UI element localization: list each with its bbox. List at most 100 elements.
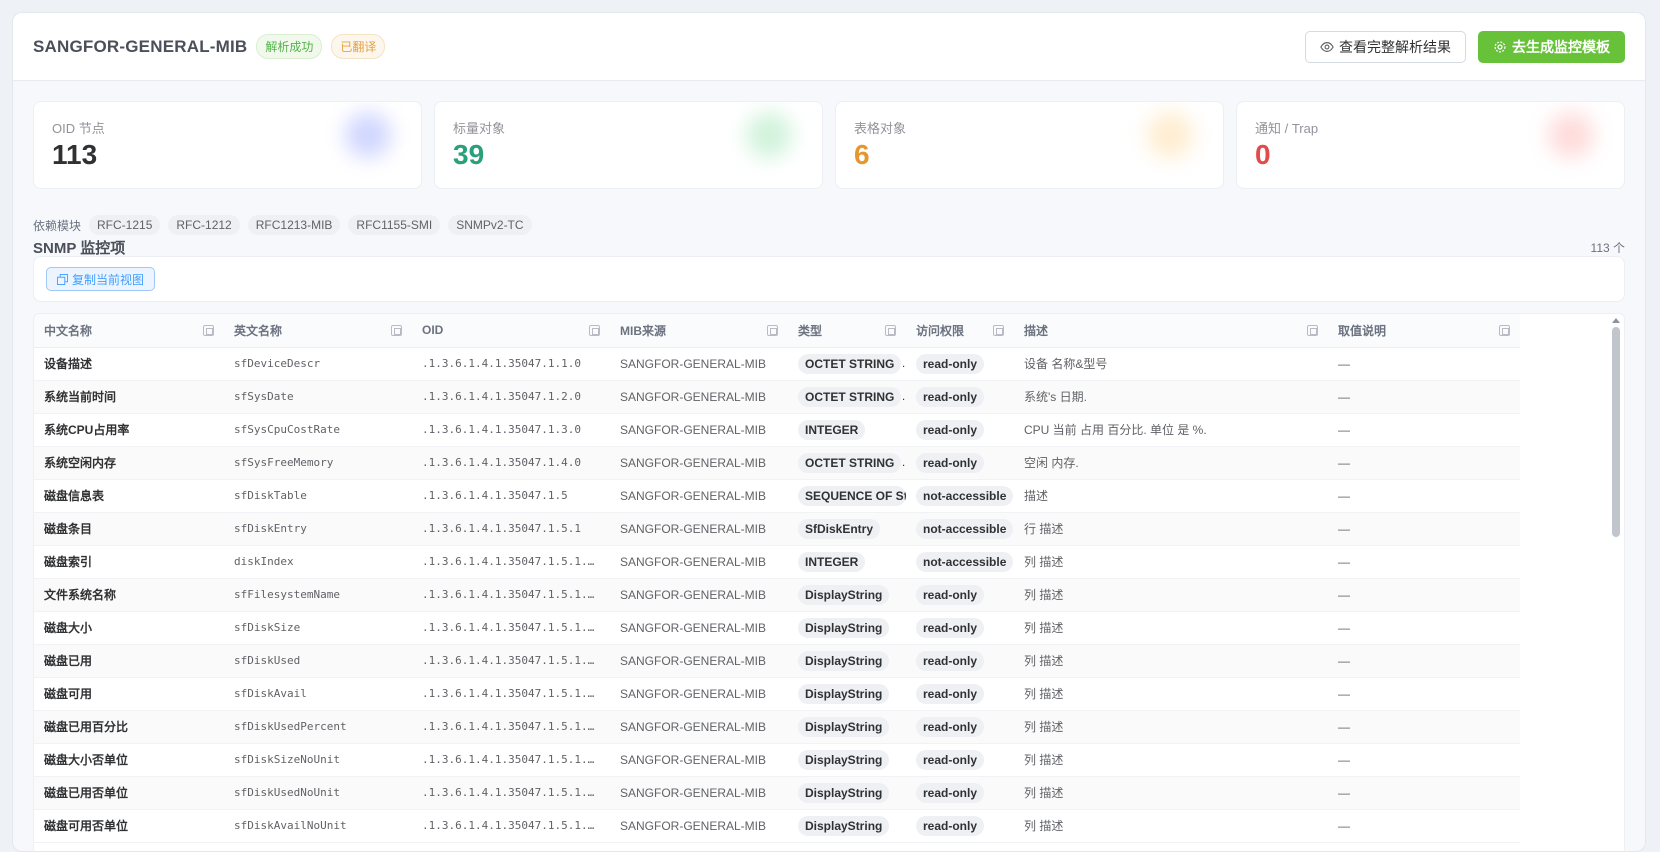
col-label: 类型 bbox=[798, 323, 823, 338]
col-header-cn-name[interactable]: 中文名称 bbox=[34, 314, 224, 348]
cell-description: 系统's 日期. bbox=[1014, 380, 1328, 414]
cell-cn-name: 磁盘已用百分比 bbox=[34, 710, 224, 744]
cell-mib-source: SANGFOR-GENERAL-MIB bbox=[610, 578, 788, 612]
scroll-up-arrow-icon[interactable] bbox=[1612, 318, 1620, 323]
col-header-description[interactable]: 描述 bbox=[1014, 314, 1328, 348]
cell-description: 列 描述 bbox=[1014, 743, 1328, 777]
cell-oid: .1.3.6.1.4.1.35047.1.5.1.5... bbox=[412, 677, 610, 711]
cell-oid: .1.3.6.1.4.1.35047.1.2.0 bbox=[412, 380, 610, 414]
table-row[interactable]: 磁盘信息表 sfDiskTable .1.3.6.1.4.1.35047.1.5 SA… bbox=[34, 479, 1520, 513]
cell-type: DisplayString bbox=[788, 644, 906, 678]
cell-description: 列 描述 bbox=[1014, 644, 1328, 678]
stat-card-traps: 通知 / Trap 0 bbox=[1236, 101, 1625, 189]
snmp-items-table: 中文名称 英文名称 OID MIB来源 类型 访问权限 描述 取值说明 设备描述… bbox=[34, 314, 1520, 843]
cell-cn-name: 系统空闲内存 bbox=[34, 446, 224, 480]
type-badge: DisplayString bbox=[798, 716, 890, 737]
copy-column-icon[interactable] bbox=[993, 325, 1004, 336]
table-row[interactable]: 系统空闲内存 sfSysFreeMemory .1.3.6.1.4.1.35047.… bbox=[34, 446, 1520, 480]
table-row[interactable]: 磁盘索引 diskIndex .1.3.6.1.4.1.35047.1.5.1.1.… bbox=[34, 545, 1520, 579]
access-badge: read-only bbox=[916, 650, 985, 671]
copy-icon bbox=[57, 273, 68, 285]
col-header-en-name[interactable]: 英文名称 bbox=[224, 314, 412, 348]
table-row[interactable]: 系统CPU占用率 sfSysCpuCostRate .1.3.6.1.4.1.350… bbox=[34, 413, 1520, 447]
type-badge: DisplayString bbox=[798, 782, 890, 803]
cell-oid: .1.3.6.1.4.1.35047.1.5.1.2... bbox=[412, 578, 610, 612]
col-header-oid[interactable]: OID bbox=[412, 314, 610, 348]
cell-access: not-accessible bbox=[906, 512, 1014, 546]
cell-access: read-only bbox=[906, 578, 1014, 612]
table-row[interactable]: 文件系统名称 sfFilesystemName .1.3.6.1.4.1.35047… bbox=[34, 578, 1520, 612]
col-header-value-notes[interactable]: 取值说明 bbox=[1328, 314, 1520, 348]
mib-detail-panel: SANGFOR-GENERAL-MIB 解析成功 已翻译 查看完整解析结果 去生… bbox=[12, 12, 1646, 852]
cell-value-notes: — bbox=[1328, 611, 1520, 645]
cell-oid: .1.3.6.1.4.1.35047.1.5 bbox=[412, 479, 610, 513]
cell-en-name: sfSysCpuCostRate bbox=[224, 413, 412, 447]
copy-view-button[interactable]: 复制当前视图 bbox=[46, 267, 156, 291]
table-row[interactable]: 磁盘可用 sfDiskAvail .1.3.6.1.4.1.35047.1.5.1.… bbox=[34, 677, 1520, 711]
col-header-type[interactable]: 类型 bbox=[788, 314, 906, 348]
access-badge: read-only bbox=[916, 353, 985, 374]
copy-column-icon[interactable] bbox=[391, 325, 402, 336]
access-badge: read-only bbox=[916, 749, 985, 770]
cell-access: read-only bbox=[906, 413, 1014, 447]
copy-column-icon[interactable] bbox=[589, 325, 600, 336]
dependency-chip: RFC1155-SMI bbox=[348, 215, 441, 235]
copy-column-icon[interactable] bbox=[1307, 325, 1318, 336]
copy-column-icon[interactable] bbox=[1499, 325, 1510, 336]
cell-mib-source: SANGFOR-GENERAL-MIB bbox=[610, 347, 788, 381]
col-header-access[interactable]: 访问权限 bbox=[906, 314, 1014, 348]
generate-template-label: 去生成监控模板 bbox=[1512, 38, 1610, 55]
cell-value-notes: — bbox=[1328, 512, 1520, 546]
copy-column-icon[interactable] bbox=[885, 325, 896, 336]
cell-en-name: sfDiskUsedPercent bbox=[224, 710, 412, 744]
cell-mib-source: SANGFOR-GENERAL-MIB bbox=[610, 413, 788, 447]
cell-value-notes: — bbox=[1328, 809, 1520, 843]
item-count: 113 个 bbox=[1590, 241, 1625, 255]
cell-value-notes: — bbox=[1328, 446, 1520, 480]
cell-en-name: diskIndex bbox=[224, 545, 412, 579]
table-header-row: 中文名称 英文名称 OID MIB来源 类型 访问权限 描述 取值说明 bbox=[34, 314, 1520, 348]
cell-type: DisplayString bbox=[788, 809, 906, 843]
cell-en-name: sfDiskTable bbox=[224, 479, 412, 513]
dependency-list: 依赖模块 RFC-1215 RFC-1212 RFC1213-MIB RFC11… bbox=[33, 215, 532, 235]
cell-cn-name: 设备描述 bbox=[34, 347, 224, 381]
cell-value-notes: — bbox=[1328, 644, 1520, 678]
cell-value-notes: — bbox=[1328, 677, 1520, 711]
access-badge: read-only bbox=[916, 815, 985, 836]
vertical-scrollbar[interactable] bbox=[1612, 318, 1620, 851]
table-row[interactable]: 设备描述 sfDeviceDescr .1.3.6.1.4.1.35047.1.1.… bbox=[34, 347, 1520, 381]
cell-value-notes: — bbox=[1328, 413, 1520, 447]
stat-card-oid-nodes: OID 节点 113 bbox=[33, 101, 422, 189]
scrollbar-thumb[interactable] bbox=[1612, 327, 1620, 537]
type-badge: DisplayString bbox=[798, 650, 890, 671]
copy-column-icon[interactable] bbox=[203, 325, 214, 336]
generate-template-button[interactable]: 去生成监控模板 bbox=[1478, 30, 1625, 63]
copy-column-icon[interactable] bbox=[767, 325, 778, 336]
table-row[interactable]: 磁盘大小否单位 sfDiskSizeNoUnit .1.3.6.1.4.1.3504… bbox=[34, 743, 1520, 777]
mib-title: SANGFOR-GENERAL-MIB bbox=[33, 36, 248, 56]
type-badge: INTEGER bbox=[798, 551, 866, 572]
decor-blob bbox=[746, 112, 792, 158]
view-full-result-button[interactable]: 查看完整解析结果 bbox=[1305, 30, 1466, 63]
table-row[interactable]: 磁盘大小 sfDiskSize .1.3.6.1.4.1.35047.1.5.1.3… bbox=[34, 611, 1520, 645]
cell-value-notes: — bbox=[1328, 479, 1520, 513]
table-row[interactable]: 磁盘已用 sfDiskUsed .1.3.6.1.4.1.35047.1.5.1.4… bbox=[34, 644, 1520, 678]
table-row[interactable]: 系统当前时间 sfSysDate .1.3.6.1.4.1.35047.1.2.0 S… bbox=[34, 380, 1520, 414]
type-badge: DisplayString bbox=[798, 584, 890, 605]
table-row[interactable]: 磁盘已用否单位 sfDiskUsedNoUnit .1.3.6.1.4.1.3504… bbox=[34, 776, 1520, 810]
cell-mib-source: SANGFOR-GENERAL-MIB bbox=[610, 677, 788, 711]
cell-mib-source: SANGFOR-GENERAL-MIB bbox=[610, 545, 788, 579]
col-header-mib-source[interactable]: MIB来源 bbox=[610, 314, 788, 348]
cell-description: 设备 名称&型号 bbox=[1014, 347, 1328, 381]
decor-blob bbox=[1548, 112, 1594, 158]
cell-en-name: sfDiskEntry bbox=[224, 512, 412, 546]
cell-cn-name: 磁盘已用否单位 bbox=[34, 776, 224, 810]
decor-blob bbox=[345, 112, 391, 158]
access-badge: read-only bbox=[916, 584, 985, 605]
cell-oid: .1.3.6.1.4.1.35047.1.5.1.1... bbox=[412, 545, 610, 579]
table-row[interactable]: 磁盘可用否单位 sfDiskAvailNoUnit .1.3.6.1.4.1.350… bbox=[34, 809, 1520, 843]
table-row[interactable]: 磁盘已用百分比 sfDiskUsedPercent .1.3.6.1.4.1.350… bbox=[34, 710, 1520, 744]
cell-access: read-only bbox=[906, 809, 1014, 843]
cell-description: 列 描述 bbox=[1014, 545, 1328, 579]
table-row[interactable]: 磁盘条目 sfDiskEntry .1.3.6.1.4.1.35047.1.5.1 S… bbox=[34, 512, 1520, 546]
